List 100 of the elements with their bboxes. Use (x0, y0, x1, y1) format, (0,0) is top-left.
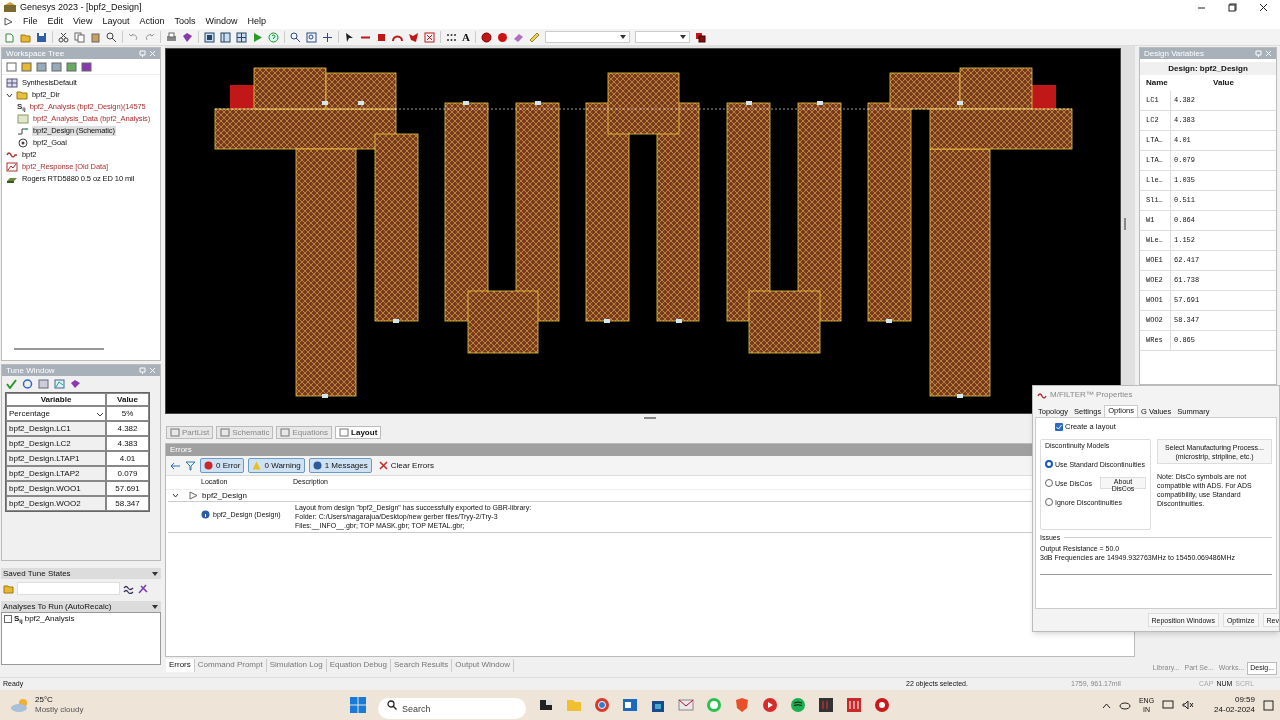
clock-date[interactable]: 24-02-2024 (1214, 705, 1255, 715)
filter-button[interactable]: 1 Messages (308, 458, 372, 473)
play-icon[interactable] (252, 31, 263, 43)
cloud-icon[interactable] (1118, 700, 1131, 710)
view-tab[interactable]: Layout (335, 426, 382, 439)
cut-icon[interactable] (58, 31, 69, 43)
menu-item[interactable]: File (23, 17, 38, 26)
run-icon[interactable] (137, 583, 148, 594)
circle-icon[interactable] (496, 31, 508, 43)
scrollbar[interactable] (14, 348, 104, 350)
text-tool[interactable]: A (462, 31, 470, 43)
new-file-icon[interactable] (6, 61, 17, 72)
filter-button[interactable]: 0 Warning (248, 458, 305, 473)
pan-icon[interactable] (322, 31, 333, 43)
gem-icon[interactable] (81, 61, 92, 72)
bars-icon[interactable] (846, 697, 862, 713)
chevron-up-icon[interactable] (1101, 701, 1111, 709)
search-field[interactable]: Search (378, 698, 526, 719)
output-tab[interactable]: Equation Debug (326, 658, 391, 672)
caret-icon[interactable] (151, 569, 159, 578)
caret-icon[interactable] (151, 602, 159, 611)
menu-item[interactable]: Window (205, 17, 238, 26)
checkbox[interactable] (4, 615, 12, 623)
save-icon[interactable] (36, 31, 47, 43)
window-icon[interactable] (204, 31, 215, 43)
paste-icon[interactable] (90, 31, 101, 43)
cross-box-icon[interactable] (424, 31, 435, 43)
chevron-icon[interactable] (6, 91, 13, 99)
table-cell[interactable]: 5% (106, 406, 149, 421)
step-dropdown[interactable]: Percentage (6, 406, 106, 421)
open-folder-icon[interactable] (3, 583, 14, 594)
check-icon[interactable] (6, 379, 17, 389)
eraser-icon[interactable] (512, 31, 524, 43)
rectangle-icon[interactable] (376, 31, 387, 43)
arrow-cursor-icon[interactable] (344, 31, 355, 43)
filter-icon[interactable] (185, 460, 196, 471)
refresh-icon[interactable] (22, 379, 33, 389)
layers-icon[interactable] (694, 31, 706, 43)
clock-time[interactable]: 09:59 (1234, 695, 1255, 705)
output-tab[interactable]: Errors (166, 658, 195, 672)
new-icon[interactable] (4, 31, 15, 43)
output-tab[interactable]: Command Prompt (194, 658, 267, 672)
browser-icon[interactable] (594, 697, 610, 713)
grid-icon[interactable] (818, 697, 834, 713)
menu-item[interactable]: Layout (102, 17, 130, 26)
menu-item[interactable]: Edit (47, 17, 64, 26)
output-tab[interactable]: Search Results (391, 658, 453, 672)
table-cell[interactable]: 0.079 (106, 466, 149, 481)
polygon-icon[interactable] (408, 31, 419, 43)
circle-icon[interactable] (480, 31, 492, 43)
zoom-icon[interactable] (290, 31, 301, 43)
ruler-icon[interactable] (528, 31, 540, 43)
input-field[interactable] (17, 582, 120, 595)
menu-item[interactable]: Help (247, 17, 266, 26)
chevron-icon[interactable] (172, 492, 179, 499)
clear-errors-button[interactable]: Clear Errors (375, 458, 437, 473)
dots-icon[interactable] (446, 31, 457, 43)
grid-icon[interactable] (236, 31, 247, 43)
filter-button[interactable]: 0 Error (200, 458, 245, 473)
close-icon[interactable] (1259, 2, 1268, 12)
shield-icon[interactable] (734, 697, 750, 713)
find-icon[interactable] (106, 31, 117, 43)
zoom-box-icon[interactable] (306, 31, 317, 43)
envelope-icon[interactable] (678, 697, 694, 713)
mail-icon[interactable] (622, 697, 638, 713)
windows-start-icon[interactable] (350, 697, 366, 713)
pointer-icon[interactable] (4, 17, 13, 26)
monitor-icon[interactable] (1162, 700, 1175, 710)
record-icon[interactable] (874, 697, 890, 713)
speaker-muted-icon[interactable] (1182, 700, 1195, 710)
tilde-icon[interactable] (123, 583, 134, 594)
table-cell[interactable]: 4.382 (106, 421, 149, 436)
window-icon[interactable] (538, 697, 554, 713)
undo-icon[interactable] (128, 31, 139, 43)
menu-item[interactable]: Action (139, 17, 165, 26)
help-icon[interactable] (268, 31, 279, 43)
radio-button[interactable] (1045, 498, 1053, 506)
music-icon[interactable] (790, 697, 806, 713)
maximize-icon[interactable] (1228, 2, 1237, 12)
table-cell[interactable]: 4.383 (106, 436, 149, 451)
gem-icon[interactable] (182, 31, 193, 43)
open-folder-icon[interactable] (21, 61, 32, 72)
list-item[interactable]: bpf2_Analysis (24, 615, 75, 623)
radio-button[interactable] (1045, 460, 1053, 468)
group-label[interactable]: bpf2_Design (202, 491, 247, 500)
scrollbar[interactable] (1124, 218, 1126, 230)
table-cell[interactable]: 58.347 (106, 496, 149, 511)
radio-button[interactable] (1045, 479, 1053, 487)
gem-icon[interactable] (70, 379, 81, 389)
menu-item[interactable]: Tools (174, 17, 196, 26)
output-tab[interactable]: Output Window (452, 658, 514, 672)
table-cell[interactable]: 4.01 (106, 451, 149, 466)
menu-item[interactable]: View (73, 17, 93, 26)
table-cell[interactable]: 57.691 (106, 481, 149, 496)
scrollbar[interactable] (644, 417, 656, 419)
arrows-icon[interactable] (170, 460, 181, 471)
play-icon[interactable] (762, 697, 778, 713)
copy-icon[interactable] (74, 31, 85, 43)
open-folder-icon[interactable] (20, 31, 31, 43)
print-icon[interactable] (166, 31, 177, 43)
